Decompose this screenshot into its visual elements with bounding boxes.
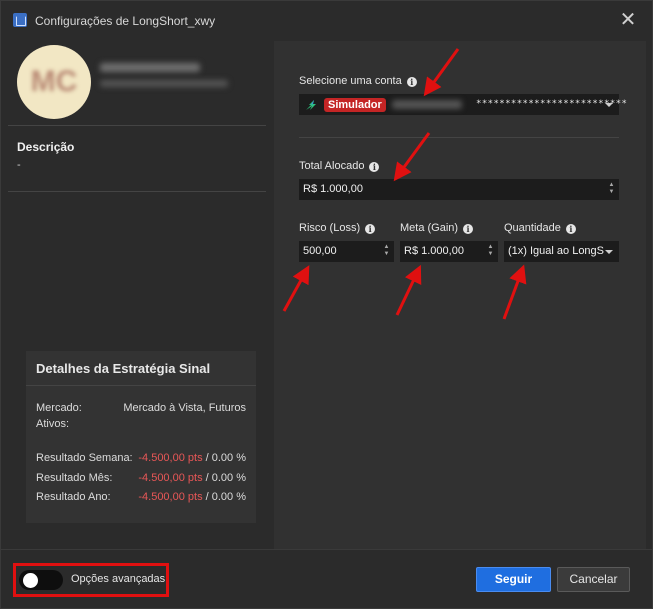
risk-input[interactable]: 500,00 ▲ ▼: [299, 241, 394, 262]
chevron-down-icon: [605, 103, 613, 107]
settings-form: Selecione uma conta i Simulador *********…: [274, 41, 646, 549]
risk-field-label: Risco (Loss) i: [299, 222, 376, 234]
allocated-value: R$ 1.000,00: [303, 183, 363, 195]
account-select[interactable]: Simulador **************************: [299, 94, 627, 115]
account-field-label: Selecione uma conta i: [299, 75, 417, 87]
divider: [8, 125, 266, 126]
risk-label-text: Risco (Loss): [299, 222, 361, 234]
simulator-badge: Simulador: [324, 98, 386, 112]
market-value: Mercado à Vista, Futuros: [123, 402, 246, 414]
submit-button[interactable]: Seguir: [476, 567, 551, 592]
allocated-label-text: Total Alocado: [299, 160, 365, 172]
divider: [299, 137, 619, 138]
account-type-icon: [306, 100, 316, 110]
avatar-initials: MC: [30, 65, 78, 98]
allocated-field-label: Total Alocado i: [299, 160, 380, 172]
year-result-pts: -4.500,00 pts: [138, 491, 203, 503]
advanced-options-toggle[interactable]: [19, 570, 63, 590]
market-label: Mercado:: [36, 402, 82, 414]
month-result-label: Resultado Mês:: [36, 472, 113, 484]
account-label-text: Selecione uma conta: [299, 75, 402, 87]
spinner-icon[interactable]: ▲ ▼: [383, 244, 390, 258]
toggle-knob: [23, 573, 38, 588]
strategy-details-card: Detalhes da Estratégia Sinal Mercado: Me…: [26, 351, 256, 523]
info-icon[interactable]: i: [565, 224, 576, 234]
details-title: Detalhes da Estratégia Sinal: [36, 361, 211, 376]
quantity-label-text: Quantidade: [504, 222, 561, 234]
advanced-options-label: Opções avançadas: [71, 573, 166, 585]
goal-input[interactable]: R$ 1.000,00 ▲ ▼: [400, 241, 498, 262]
week-result-pts: -4.500,00 pts: [138, 452, 203, 464]
redacted-account-name: [392, 100, 462, 109]
week-result-label: Resultado Semana:: [36, 452, 133, 464]
week-result-value: -4.500,00 pts / 0.00 %: [138, 452, 246, 464]
allocated-input[interactable]: R$ 1.000,00 ▲ ▼: [299, 179, 619, 200]
month-result-pts: -4.500,00 pts: [138, 472, 203, 484]
info-icon[interactable]: i: [369, 162, 380, 172]
description-title: Descrição: [17, 140, 75, 154]
close-icon[interactable]: ✕: [617, 10, 639, 32]
settings-dialog: Configurações de LongShort_xwy ✕ MC Desc…: [0, 0, 653, 609]
quantity-select[interactable]: (1x) Igual ao LongS: [504, 241, 619, 262]
dialog-footer: Opções avançadas Seguir Cancelar: [1, 549, 652, 608]
week-result-pct: / 0.00 %: [205, 452, 246, 464]
strategy-panel: MC Descrição - Detalhes da Estratégia Si…: [8, 41, 274, 549]
info-icon[interactable]: i: [463, 224, 474, 234]
cancel-button[interactable]: Cancelar: [557, 567, 630, 592]
description-value: -: [17, 159, 21, 171]
redacted-strategy-subtitle: [100, 80, 228, 87]
year-result-value: -4.500,00 pts / 0.00 %: [138, 491, 246, 503]
info-icon[interactable]: i: [406, 77, 417, 87]
month-result-value: -4.500,00 pts / 0.00 %: [138, 472, 246, 484]
app-icon: [13, 13, 27, 27]
year-result-label: Resultado Ano:: [36, 491, 111, 503]
goal-label-text: Meta (Gain): [400, 222, 459, 234]
assets-label: Ativos:: [36, 418, 70, 430]
info-icon[interactable]: i: [365, 224, 376, 234]
redacted-strategy-name: [100, 63, 200, 72]
month-result-pct: / 0.00 %: [205, 472, 246, 484]
quantity-value: (1x) Igual ao LongS: [508, 245, 605, 257]
window-title: Configurações de LongShort_xwy: [35, 14, 216, 28]
goal-field-label: Meta (Gain) i: [400, 222, 474, 234]
quantity-field-label: Quantidade i: [504, 222, 576, 234]
spinner-icon[interactable]: ▲ ▼: [608, 182, 615, 196]
chevron-down-icon: [605, 250, 613, 254]
risk-value: 500,00: [303, 245, 337, 257]
details-header: Detalhes da Estratégia Sinal: [26, 351, 256, 386]
title-bar: Configurações de LongShort_xwy ✕: [1, 1, 652, 41]
goal-value: R$ 1.000,00: [404, 245, 464, 257]
year-result-pct: / 0.00 %: [205, 491, 246, 503]
divider: [8, 191, 266, 192]
avatar: MC: [17, 45, 91, 119]
spinner-icon[interactable]: ▲ ▼: [487, 244, 494, 258]
